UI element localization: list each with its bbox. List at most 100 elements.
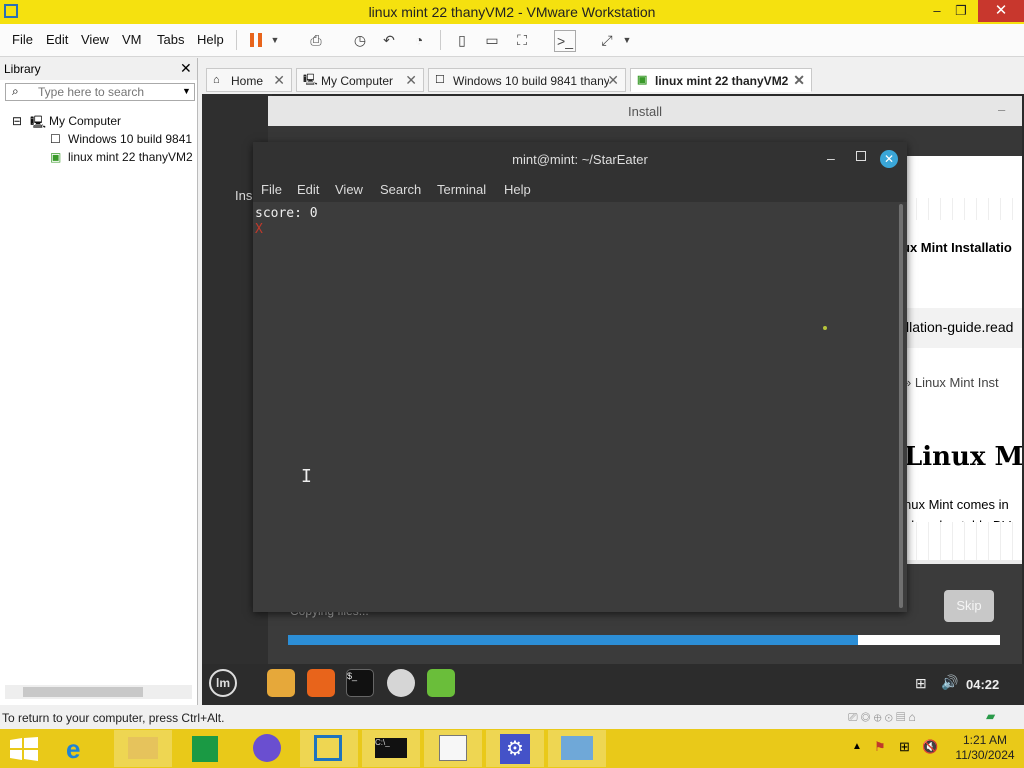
tree-expander-icon[interactable]: ⊟	[12, 114, 22, 128]
network-tray-icon[interactable]: ⊞	[899, 739, 910, 755]
menu-vm[interactable]: VM	[122, 32, 142, 47]
close-icon[interactable]: ✕	[273, 72, 285, 89]
close-icon[interactable]: ✕	[180, 60, 192, 77]
app-grid-icon[interactable]	[427, 669, 455, 697]
chevron-down-icon[interactable]: ▼	[182, 86, 191, 96]
stretch-icon[interactable]: ⤢	[597, 30, 617, 50]
pause-icon[interactable]	[247, 30, 267, 50]
library-search[interactable]: ⌕ ▼	[5, 83, 195, 101]
tab-label: Home	[231, 74, 264, 88]
firefox-icon[interactable]	[238, 730, 296, 767]
terminal-menu-file[interactable]: File	[261, 182, 282, 197]
close-icon[interactable]: ✕	[793, 72, 805, 89]
installer-titlebar: Install –	[268, 96, 1022, 126]
close-icon[interactable]: ✕	[405, 72, 417, 89]
menu-help[interactable]: Help	[197, 32, 224, 47]
restore-button[interactable]: ❐	[946, 0, 976, 22]
message-icon[interactable]: ▰	[986, 709, 995, 723]
tree-item-windows10[interactable]: Windows 10 build 9841 t	[68, 132, 194, 146]
store-icon[interactable]	[176, 730, 234, 767]
search-input[interactable]	[38, 84, 178, 100]
tab-label: linux mint 22 thanyVM2	[655, 74, 789, 88]
notepad-icon[interactable]	[424, 730, 482, 767]
library-title: Library	[4, 62, 41, 76]
sidebar-toggle-icon[interactable]: ▯	[452, 30, 472, 50]
toolbar-separator	[440, 30, 441, 50]
horizontal-scrollbar[interactable]	[5, 685, 192, 699]
vmware-icon[interactable]	[300, 730, 358, 767]
console-view-icon[interactable]: >_	[554, 30, 576, 52]
mint-menu-icon[interactable]: lm	[209, 669, 237, 697]
tree-item-my-computer[interactable]: My Computer	[49, 114, 121, 128]
statusbar-message: To return to your computer, press Ctrl+A…	[2, 711, 225, 725]
terminal-output[interactable]: score: 0 X I	[253, 202, 898, 612]
terminal-menu-help[interactable]: Help	[504, 182, 531, 197]
tab-linux-mint[interactable]: ▣ linux mint 22 thanyVM2 ✕	[630, 68, 812, 92]
explorer-icon[interactable]	[114, 730, 172, 767]
windows-taskbar: e C:\_ ⚙ ▲ ⚑ ⊞ 🔇 1:21 AM 11/30/2024	[0, 729, 1024, 768]
guide-url: llation-guide.read	[906, 319, 1014, 335]
terminal-titlebar[interactable]: mint@mint: ~/StarEater – ✕	[253, 142, 907, 176]
volume-muted-icon[interactable]: 🔇	[922, 739, 938, 755]
skip-button[interactable]: Skip	[944, 590, 994, 622]
terminal-menu-terminal[interactable]: Terminal	[437, 182, 486, 197]
start-icon[interactable]	[10, 737, 38, 764]
terminal-menubar: File Edit View Search Terminal Help	[253, 176, 907, 202]
files-icon[interactable]	[267, 669, 295, 697]
terminal-window[interactable]: mint@mint: ~/StarEater – ✕ File Edit Vie…	[253, 142, 907, 612]
menu-tabs[interactable]: Tabs	[157, 32, 184, 47]
pattern-strip	[904, 522, 1022, 560]
menu-edit[interactable]: Edit	[46, 32, 68, 47]
menu-file[interactable]: File	[12, 32, 33, 47]
snapshot-icon[interactable]: ◷	[350, 30, 370, 50]
computer-icon: 🖳	[303, 74, 318, 86]
minimize-icon[interactable]: –	[827, 150, 835, 166]
firefox-icon[interactable]	[307, 669, 335, 697]
terminal-icon[interactable]: $_	[346, 669, 374, 697]
tray-time: 1:21 AM	[962, 733, 1008, 747]
text-cursor-icon: I	[301, 466, 312, 487]
settings-icon[interactable]: ⚙	[486, 730, 544, 767]
player-ship: X	[255, 222, 263, 237]
snapshot-manager-icon[interactable]: ◔	[409, 30, 429, 50]
panel-clock[interactable]: 04:22	[966, 677, 999, 692]
close-button[interactable]: ✕	[978, 0, 1024, 22]
library-header: Library ✕	[0, 58, 197, 80]
terminal-scrollbar[interactable]	[899, 204, 903, 608]
network-icon[interactable]: ⊞	[915, 675, 927, 692]
tray-date: 11/30/2024	[955, 748, 1015, 762]
chevron-down-icon[interactable]: ▼	[620, 30, 634, 50]
vm-icon: ☐	[50, 132, 61, 146]
chevron-down-icon[interactable]: ▼	[268, 30, 282, 50]
close-icon[interactable]: ✕	[607, 72, 619, 89]
close-icon[interactable]: ✕	[880, 150, 898, 168]
terminal-menu-edit[interactable]: Edit	[297, 182, 319, 197]
tray-clock[interactable]: 1:21 AM 11/30/2024	[950, 733, 1020, 763]
volume-icon[interactable]: 🔊	[941, 674, 958, 691]
menu-view[interactable]: View	[81, 32, 109, 47]
revert-snapshot-icon[interactable]: ↶	[379, 30, 399, 50]
tab-windows10[interactable]: ☐ Windows 10 build 9841 thany... ✕	[428, 68, 626, 92]
ie-icon[interactable]: e	[52, 730, 110, 767]
vm-icon: ☐	[435, 74, 445, 86]
chevron-up-icon[interactable]: ▲	[852, 741, 862, 752]
star-dot	[823, 326, 827, 330]
thumbnail-bar-icon[interactable]: ▭	[482, 30, 502, 50]
terminal-menu-view[interactable]: View	[335, 182, 363, 197]
device-icons[interactable]: ⎚ ◎ ⊕ ⊙ ▤ ⌂	[848, 710, 916, 725]
tab-my-computer[interactable]: 🖳 My Computer ✕	[296, 68, 424, 92]
disc-icon[interactable]	[387, 669, 415, 697]
vm-running-icon: ▣	[50, 150, 62, 164]
fullscreen-icon[interactable]: ⛶	[512, 30, 532, 50]
terminal-menu-search[interactable]: Search	[380, 182, 421, 197]
home-icon: ⌂	[213, 74, 220, 86]
maximize-icon[interactable]	[856, 151, 866, 161]
minimize-icon[interactable]: –	[998, 102, 1005, 117]
tree-item-linux-mint[interactable]: linux mint 22 thanyVM2	[68, 150, 194, 164]
send-keys-icon[interactable]: ⎙	[306, 30, 326, 50]
network-app-icon[interactable]	[548, 730, 606, 767]
guide-breadcrumb: » Linux Mint Inst	[904, 375, 999, 390]
cmd-icon[interactable]: C:\_	[362, 730, 420, 767]
tab-home[interactable]: ⌂ Home ✕	[206, 68, 292, 92]
action-center-icon[interactable]: ⚑	[874, 739, 886, 755]
